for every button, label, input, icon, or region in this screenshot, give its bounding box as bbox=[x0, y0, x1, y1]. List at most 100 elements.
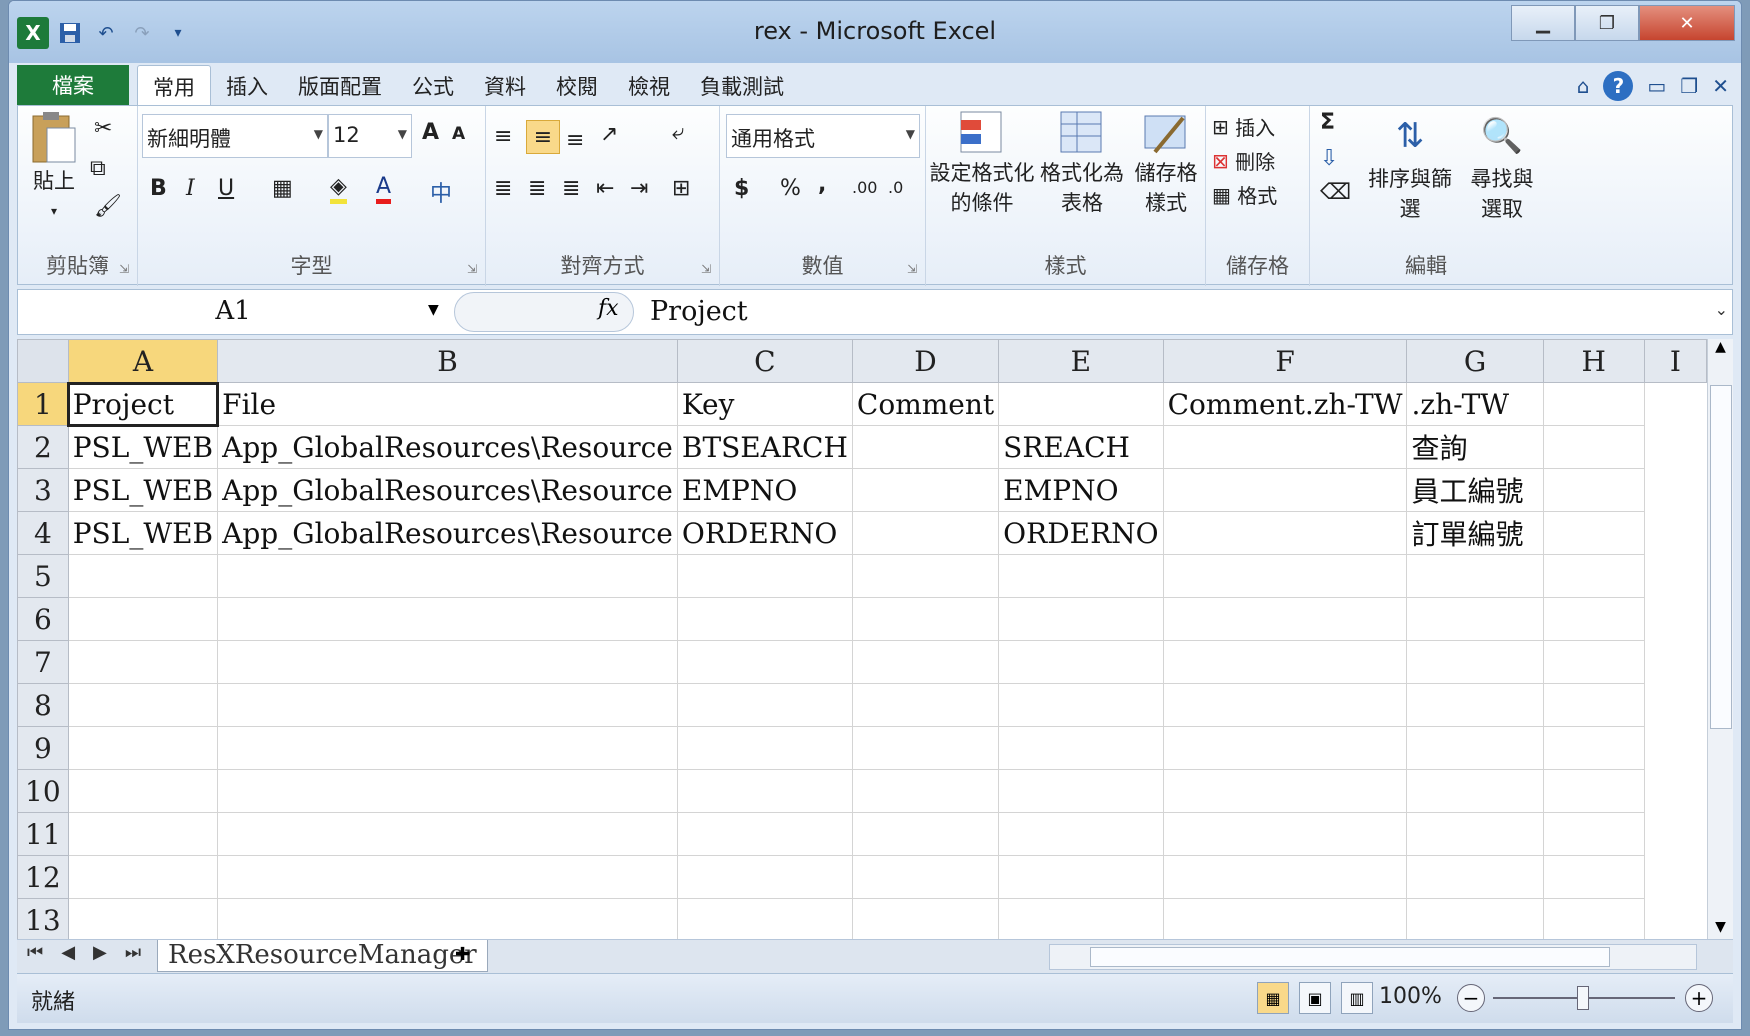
font-size-combo[interactable]: 12 ▼ bbox=[328, 114, 412, 158]
cell[interactable] bbox=[998, 640, 1164, 684]
cell[interactable] bbox=[67, 812, 219, 856]
collapse-ribbon-icon[interactable]: ⌂ bbox=[1577, 74, 1590, 98]
cell[interactable] bbox=[851, 683, 1000, 727]
cell[interactable] bbox=[67, 898, 219, 939]
tab-formulas[interactable]: 公式 bbox=[397, 65, 469, 105]
conditional-format-button[interactable]: 設定格式化 的條件 bbox=[926, 108, 1038, 218]
comma-button[interactable]: , bbox=[818, 172, 826, 197]
cell[interactable] bbox=[67, 597, 219, 641]
close-button[interactable]: ✕ bbox=[1639, 5, 1735, 41]
cell[interactable] bbox=[1406, 726, 1544, 770]
worksheet-grid[interactable]: A B C D E F G H I 1 Project File Key Comment… bbox=[17, 339, 1707, 939]
column-header[interactable]: F bbox=[1162, 339, 1408, 383]
cut-icon[interactable]: ✂ bbox=[94, 116, 112, 141]
sheet-tab-active[interactable]: ResXResourceManager bbox=[157, 940, 488, 972]
cell[interactable]: Comment.zh-TW bbox=[1162, 382, 1408, 426]
cell[interactable] bbox=[1406, 812, 1544, 856]
insert-cells-button[interactable]: ⊞ 插入 bbox=[1212, 112, 1275, 141]
cell[interactable] bbox=[67, 640, 219, 684]
cell[interactable] bbox=[851, 554, 1000, 598]
cell[interactable] bbox=[1162, 597, 1408, 641]
vertical-scroll-thumb[interactable] bbox=[1710, 385, 1732, 729]
bottom-align-icon[interactable]: ≡ bbox=[566, 128, 584, 153]
underline-button[interactable]: U bbox=[218, 176, 234, 201]
cell[interactable] bbox=[1406, 640, 1544, 684]
cell[interactable] bbox=[1162, 683, 1408, 727]
cell[interactable]: ORDERNO bbox=[998, 511, 1164, 555]
cell[interactable] bbox=[998, 597, 1164, 641]
row-header[interactable]: 12 bbox=[17, 855, 69, 899]
column-header[interactable]: I bbox=[1643, 339, 1707, 383]
cell[interactable] bbox=[1162, 640, 1408, 684]
sort-filter-button[interactable]: ⇅ 排序與篩選 bbox=[1358, 108, 1462, 224]
middle-align-icon[interactable]: ≡ bbox=[526, 120, 560, 154]
clear-icon[interactable]: ⌫ bbox=[1320, 180, 1351, 205]
cell[interactable] bbox=[1542, 640, 1645, 684]
row-header[interactable]: 6 bbox=[17, 597, 69, 641]
cell[interactable]: App_GlobalResources\Resource bbox=[217, 425, 678, 469]
fill-icon[interactable]: ⇩ bbox=[1320, 146, 1338, 171]
cell[interactable] bbox=[67, 683, 219, 727]
insert-sheet-icon[interactable]: ✚ bbox=[455, 944, 470, 965]
cell[interactable] bbox=[67, 554, 219, 598]
tab-home[interactable]: 常用 bbox=[137, 65, 211, 105]
zoom-level[interactable]: 100% bbox=[1379, 984, 1442, 1009]
prev-sheet-icon[interactable]: ◀ bbox=[61, 942, 75, 963]
cell[interactable] bbox=[1162, 898, 1408, 939]
column-header[interactable]: B bbox=[217, 339, 678, 383]
cell[interactable] bbox=[217, 640, 678, 684]
cell[interactable] bbox=[1542, 812, 1645, 856]
font-color-button[interactable]: A bbox=[376, 174, 392, 204]
column-header[interactable]: H bbox=[1542, 339, 1645, 383]
column-header[interactable]: A bbox=[67, 339, 219, 383]
cell[interactable]: PSL_WEB bbox=[67, 468, 219, 512]
cell[interactable] bbox=[1406, 769, 1544, 813]
cell[interactable] bbox=[1542, 425, 1645, 469]
align-left-icon[interactable]: ≣ bbox=[494, 176, 512, 201]
cell[interactable] bbox=[1162, 769, 1408, 813]
first-sheet-icon[interactable]: ⏮ bbox=[27, 942, 43, 963]
number-launcher-icon[interactable]: ⇲ bbox=[907, 262, 917, 276]
doc-restore-icon[interactable]: ❐ bbox=[1680, 74, 1698, 98]
cell[interactable] bbox=[1542, 597, 1645, 641]
cell[interactable] bbox=[851, 511, 1000, 555]
cell[interactable] bbox=[676, 640, 853, 684]
cell[interactable] bbox=[217, 769, 678, 813]
cell[interactable] bbox=[998, 554, 1164, 598]
increase-indent-icon[interactable]: ⇥ bbox=[630, 176, 648, 201]
align-right-icon[interactable]: ≣ bbox=[562, 176, 580, 201]
shrink-font-icon[interactable]: A bbox=[452, 124, 465, 144]
top-align-icon[interactable]: ≡ bbox=[494, 124, 512, 149]
maximize-button[interactable]: ❐ bbox=[1575, 5, 1639, 41]
cell[interactable] bbox=[851, 425, 1000, 469]
find-select-button[interactable]: 🔍 尋找與 選取 bbox=[1466, 108, 1538, 224]
page-break-view-icon[interactable]: ▥ bbox=[1341, 982, 1373, 1014]
cell[interactable] bbox=[217, 554, 678, 598]
row-header[interactable]: 8 bbox=[17, 683, 69, 727]
column-header[interactable]: E bbox=[998, 339, 1164, 383]
tab-review[interactable]: 校閱 bbox=[541, 65, 613, 105]
cell[interactable] bbox=[998, 855, 1164, 899]
cell[interactable]: 員工編號 bbox=[1406, 468, 1544, 512]
cell[interactable] bbox=[851, 898, 1000, 939]
cell[interactable]: 查詢 bbox=[1406, 425, 1544, 469]
grow-font-icon[interactable]: A bbox=[422, 120, 439, 145]
cell[interactable] bbox=[217, 597, 678, 641]
cell[interactable] bbox=[1406, 597, 1544, 641]
cell[interactable] bbox=[67, 855, 219, 899]
cell[interactable] bbox=[1542, 769, 1645, 813]
expand-formula-bar-icon[interactable]: ⌄ bbox=[1715, 300, 1728, 319]
row-header[interactable]: 7 bbox=[17, 640, 69, 684]
column-header[interactable]: C bbox=[676, 339, 853, 383]
cell[interactable]: Project bbox=[67, 381, 219, 427]
cell[interactable] bbox=[676, 812, 853, 856]
cell[interactable] bbox=[67, 769, 219, 813]
format-as-table-button[interactable]: 格式化為 表格 bbox=[1038, 108, 1126, 218]
cell[interactable] bbox=[851, 769, 1000, 813]
row-header[interactable]: 2 bbox=[17, 425, 69, 469]
column-header[interactable]: D bbox=[851, 339, 1000, 383]
cell[interactable] bbox=[851, 726, 1000, 770]
zoom-slider-knob[interactable] bbox=[1577, 986, 1589, 1010]
tab-view[interactable]: 檢視 bbox=[613, 65, 685, 105]
cell[interactable] bbox=[217, 812, 678, 856]
